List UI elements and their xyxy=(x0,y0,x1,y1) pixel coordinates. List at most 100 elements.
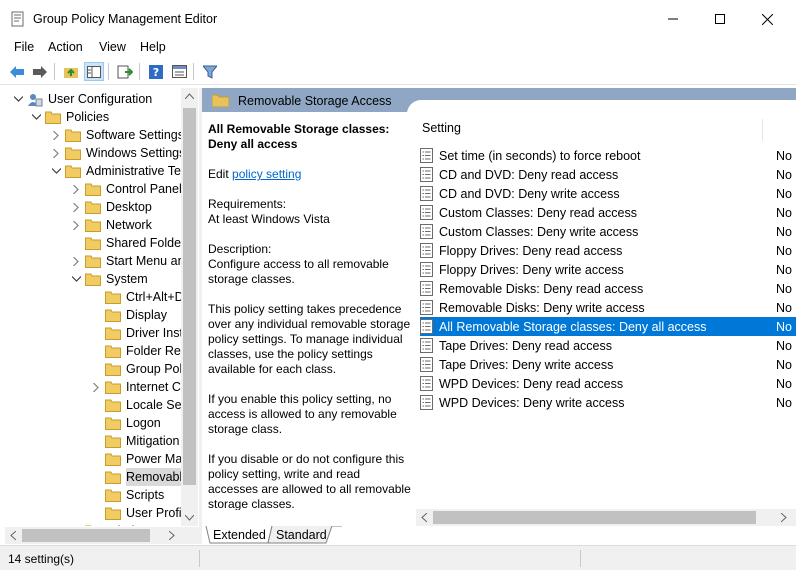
setting-row[interactable]: CD and DVD: Deny write access No xyxy=(420,184,796,203)
chevron-down-icon[interactable] xyxy=(31,112,41,122)
show-hide-tree-button[interactable] xyxy=(84,62,104,81)
settings-list[interactable]: Setting Set time (in seconds) to force r… xyxy=(416,114,796,524)
setting-row[interactable]: Floppy Drives: Deny read access No xyxy=(420,241,796,260)
folder-icon xyxy=(65,165,81,178)
tree-item[interactable]: Desktop xyxy=(71,198,152,216)
tree-item[interactable]: Display xyxy=(91,306,167,324)
forward-button[interactable] xyxy=(30,62,50,81)
scroll-down-icon[interactable] xyxy=(185,515,194,521)
filter-button[interactable] xyxy=(200,62,220,81)
export-list-button[interactable] xyxy=(115,62,135,81)
tab-extended[interactable]: Extended xyxy=(205,526,274,544)
chevron-right-icon[interactable] xyxy=(71,184,81,194)
help-button[interactable]: ? xyxy=(146,62,166,81)
scroll-up-icon[interactable] xyxy=(185,93,194,99)
tree-item[interactable]: User Profil xyxy=(91,504,181,522)
setting-name: All Removable Storage classes: Deny all … xyxy=(439,319,707,334)
setting-row[interactable]: Custom Classes: Deny write access No xyxy=(420,222,796,241)
setting-row[interactable]: CD and DVD: Deny read access No xyxy=(420,165,796,184)
tree-item[interactable]: Ctrl+Alt+D xyxy=(91,288,181,306)
policy-setting-icon xyxy=(420,262,435,277)
tree-item[interactable]: System xyxy=(71,270,148,288)
tree-item[interactable]: Administrative Te xyxy=(51,162,181,180)
tree-item[interactable]: Windows C xyxy=(71,522,169,526)
help-icon: ? xyxy=(149,64,163,79)
chevron-down-icon[interactable] xyxy=(13,94,23,104)
tree-item[interactable]: Folder Rec xyxy=(91,342,181,360)
console-tree[interactable]: User Configuration Policies Software Setti… xyxy=(5,88,199,526)
setting-row[interactable]: Tape Drives: Deny read access No xyxy=(420,336,796,355)
menu-file[interactable]: File xyxy=(14,40,34,54)
up-one-level-button[interactable] xyxy=(61,62,81,81)
properties-button[interactable] xyxy=(169,62,189,81)
folder-icon xyxy=(65,129,81,142)
tree-item[interactable]: User Configuration xyxy=(13,90,152,108)
tree-item[interactable]: Shared Folder xyxy=(71,234,181,252)
setting-name: WPD Devices: Deny read access xyxy=(439,376,624,391)
policy-setting-link[interactable]: policy setting xyxy=(232,167,301,181)
folder-icon xyxy=(212,94,229,107)
tree-item[interactable]: Start Menu an xyxy=(71,252,181,270)
tree-item[interactable]: Control Panel xyxy=(71,180,181,198)
chevron-right-icon[interactable] xyxy=(71,220,81,230)
maximize-button[interactable] xyxy=(697,4,743,34)
tree-item[interactable]: Network xyxy=(71,216,152,234)
setting-row[interactable]: WPD Devices: Deny read access No xyxy=(420,374,796,393)
chevron-down-icon[interactable] xyxy=(71,274,81,284)
setting-row[interactable]: All Removable Storage classes: Deny all … xyxy=(420,317,796,336)
tree-item[interactable]: Driver Inst xyxy=(91,324,181,342)
tree-item[interactable]: Internet C xyxy=(91,378,181,396)
setting-row[interactable]: Removable Disks: Deny write access No xyxy=(420,298,796,317)
back-button[interactable] xyxy=(7,62,27,81)
scroll-thumb[interactable] xyxy=(433,511,756,524)
chevron-right-icon[interactable] xyxy=(51,130,61,140)
setting-row[interactable]: Custom Classes: Deny read access No xyxy=(420,203,796,222)
tree-item[interactable]: Policies xyxy=(31,108,109,126)
maximize-icon xyxy=(715,14,725,24)
scroll-left-icon[interactable] xyxy=(421,513,427,522)
tab-standard[interactable]: Standard xyxy=(268,526,335,544)
chevron-right-icon[interactable] xyxy=(51,148,61,158)
tree-horizontal-scrollbar[interactable] xyxy=(5,527,199,544)
chevron-right-icon[interactable] xyxy=(71,256,81,266)
setting-row[interactable]: WPD Devices: Deny write access No xyxy=(420,393,796,412)
tree-item[interactable]: Locale Ser xyxy=(91,396,181,414)
folder-icon xyxy=(105,399,121,412)
minimize-button[interactable] xyxy=(650,4,696,34)
tree-item[interactable]: Scripts xyxy=(91,486,164,504)
setting-name: Custom Classes: Deny read access xyxy=(439,205,637,220)
scroll-left-icon[interactable] xyxy=(10,531,16,540)
setting-row[interactable]: Set time (in seconds) to force reboot No xyxy=(420,146,796,165)
description-text: Configure access to all removable storag… xyxy=(208,257,389,286)
tree-vertical-scrollbar[interactable] xyxy=(181,88,198,526)
setting-row[interactable]: Floppy Drives: Deny write access No xyxy=(420,260,796,279)
tree-item[interactable]: Removabl xyxy=(91,468,181,486)
tree-item-label: Group Pol xyxy=(126,362,181,376)
column-header-setting[interactable]: Setting xyxy=(422,121,461,135)
menu-help[interactable]: Help xyxy=(140,40,166,54)
scroll-thumb[interactable] xyxy=(22,529,150,542)
menu-action[interactable]: Action xyxy=(48,40,83,54)
scroll-right-icon[interactable] xyxy=(169,531,175,540)
tree-item[interactable]: Logon xyxy=(91,414,161,432)
tree-item[interactable]: Windows Settings xyxy=(51,144,181,162)
tree-item[interactable]: Software Settings xyxy=(51,126,181,144)
tree-item[interactable]: Power Ma xyxy=(91,450,181,468)
tree-item-label: Power Ma xyxy=(126,452,181,466)
extended-description: All Removable Storage classes: Deny all … xyxy=(208,122,413,510)
setting-state: No xyxy=(776,205,792,220)
menu-view[interactable]: View xyxy=(99,40,126,54)
chevron-right-icon[interactable] xyxy=(71,202,81,212)
tree-item[interactable]: Mitigation xyxy=(91,432,180,450)
chevron-right-icon[interactable] xyxy=(91,382,101,392)
tree-item[interactable]: Group Pol xyxy=(91,360,181,378)
setting-row[interactable]: Tape Drives: Deny write access No xyxy=(420,355,796,374)
list-horizontal-scrollbar[interactable] xyxy=(416,509,796,526)
chevron-down-icon[interactable] xyxy=(51,166,61,176)
scroll-thumb[interactable] xyxy=(183,108,196,485)
close-button[interactable] xyxy=(744,4,790,34)
setting-row[interactable]: Removable Disks: Deny read access No xyxy=(420,279,796,298)
scroll-right-icon[interactable] xyxy=(781,513,787,522)
